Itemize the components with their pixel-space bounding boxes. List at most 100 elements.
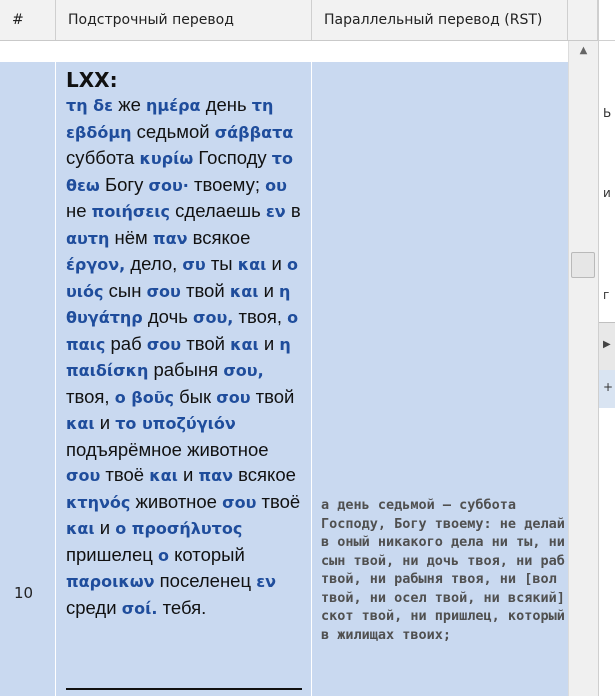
greek-word[interactable]: ο βοῦς [115,388,174,407]
russian-word: ты [210,253,233,274]
column-header-number[interactable]: # [0,0,56,40]
russian-word: всякое [238,464,296,485]
greek-word[interactable]: κυρίω [139,149,193,168]
greek-word[interactable]: σου [216,388,250,407]
interlinear-text: τη δε же ημέρα день τη εβδόμη седьмой σά… [66,92,306,621]
greek-word[interactable]: ο [158,546,169,565]
russian-word: не [66,200,87,221]
interlinear-cell: LXX: τη δε же ημέρα день τη εβδόμη седьм… [56,62,312,696]
greek-word[interactable]: έργον, [66,255,125,274]
vertical-scrollbar[interactable]: ▲ [568,41,598,696]
greek-word[interactable]: κτηνός [66,493,130,512]
greek-word[interactable]: εν [256,572,276,591]
verse-number: 10 [14,584,34,602]
greek-word[interactable]: και [66,519,95,538]
table-row-spacer [0,41,568,63]
greek-word[interactable]: σάββατα [215,123,294,142]
russian-word: твоя, [66,385,110,407]
russian-word: седьмой [136,120,210,142]
greek-word[interactable]: σου [147,335,181,354]
scrollbar-thumb[interactable] [571,252,595,278]
russian-word: раб [110,332,142,354]
greek-word[interactable]: αυτη [66,229,109,248]
greek-word[interactable]: ποιήσεις [92,202,170,221]
column-header-parallel[interactable]: Параллельный перевод (RST) [312,0,568,40]
side-mark-2: и [603,186,611,200]
greek-word[interactable]: ημέρα [146,96,201,115]
greek-word[interactable]: και [230,282,259,301]
greek-word[interactable]: και [230,335,259,354]
russian-word: твой [255,385,295,407]
column-header-extra [568,0,598,40]
table-header: # Подстрочный перевод Параллельный перев… [0,0,598,41]
column-header-interlinear[interactable]: Подстрочный перевод [56,0,312,40]
russian-word: среди [66,596,117,618]
russian-word: который [174,543,245,565]
greek-word[interactable]: και [149,466,178,485]
greek-word[interactable]: παν [198,466,233,485]
greek-word[interactable]: σοί. [122,599,158,618]
russian-word: твой [185,279,225,301]
greek-word[interactable]: εν [266,202,286,221]
russian-word: и [99,412,111,433]
russian-word: дочь [147,306,188,327]
russian-word: твой [186,332,225,354]
greek-word[interactable]: συ [182,255,205,274]
greek-word[interactable]: σου [147,282,181,301]
russian-word: твоё [261,490,301,512]
russian-word: подъярёмное животное [66,438,269,460]
greek-word[interactable]: παν [153,229,188,248]
scroll-up-arrow-icon[interactable]: ▲ [569,41,598,61]
russian-word: твоя, [238,306,283,327]
greek-word[interactable]: ου [265,176,287,195]
russian-word: всякое [192,226,251,248]
russian-word: бык [179,385,212,407]
russian-word: в [290,200,301,221]
greek-word[interactable]: παροικων [66,572,155,591]
side-divider [599,40,615,41]
chevron-right-icon[interactable]: ▶ [603,339,611,350]
russian-word: и [99,517,111,538]
russian-word: животное [135,490,217,512]
russian-word: пришелец [66,543,153,565]
side-mark-4: + [603,380,614,394]
table-row[interactable]: 10 LXX: τη δε же ημέρα день τη εβδόμη се… [0,62,568,696]
source-label: LXX: [66,68,118,92]
interlinear-block: LXX: τη δε же ημέρα день τη εβδόμη седьм… [66,68,306,621]
side-mark-3: г [603,288,610,302]
greek-word[interactable]: το υποζύγιόν [115,414,236,433]
side-panel-strip: Ь и г ▶ + [598,0,615,696]
greek-word[interactable]: σου· [149,176,189,195]
russian-word: сделаешь [175,200,261,221]
russian-word: тебя. [162,596,207,618]
russian-word: Богу [104,173,144,195]
divider-line [66,688,302,690]
greek-word[interactable]: και [238,255,267,274]
verse-number-cell: 10 [0,62,56,696]
russian-word: сын [108,279,142,301]
russian-word: и [263,279,274,301]
russian-word: рабыня [153,359,219,380]
russian-word: твоё [105,464,145,485]
greek-word[interactable]: ο προσήλυτος [115,519,242,538]
greek-word[interactable]: σου [222,493,256,512]
greek-word[interactable]: και [66,414,95,433]
greek-word[interactable]: σου, [223,361,263,380]
russian-word: день [205,94,247,115]
russian-word: дело, [130,253,178,274]
russian-word: и [182,464,194,485]
parallel-text: а день седьмой — суббота Господу, Богу т… [321,497,565,643]
greek-word[interactable]: σου, [193,308,233,327]
greek-word[interactable]: σου [66,466,100,485]
russian-word: и [263,332,275,354]
russian-word: и [271,253,282,274]
russian-word: поселенец [159,570,252,591]
russian-word: Господу [198,147,267,168]
russian-word: твоему; [194,173,261,195]
greek-word[interactable]: τη δε [66,96,113,115]
russian-word: же [118,94,141,115]
side-mark-1: Ь [603,106,612,120]
russian-word: суббота [66,147,135,168]
russian-word: нём [114,226,148,248]
parallel-cell: а день седьмой — суббота Господу, Богу т… [312,62,568,696]
